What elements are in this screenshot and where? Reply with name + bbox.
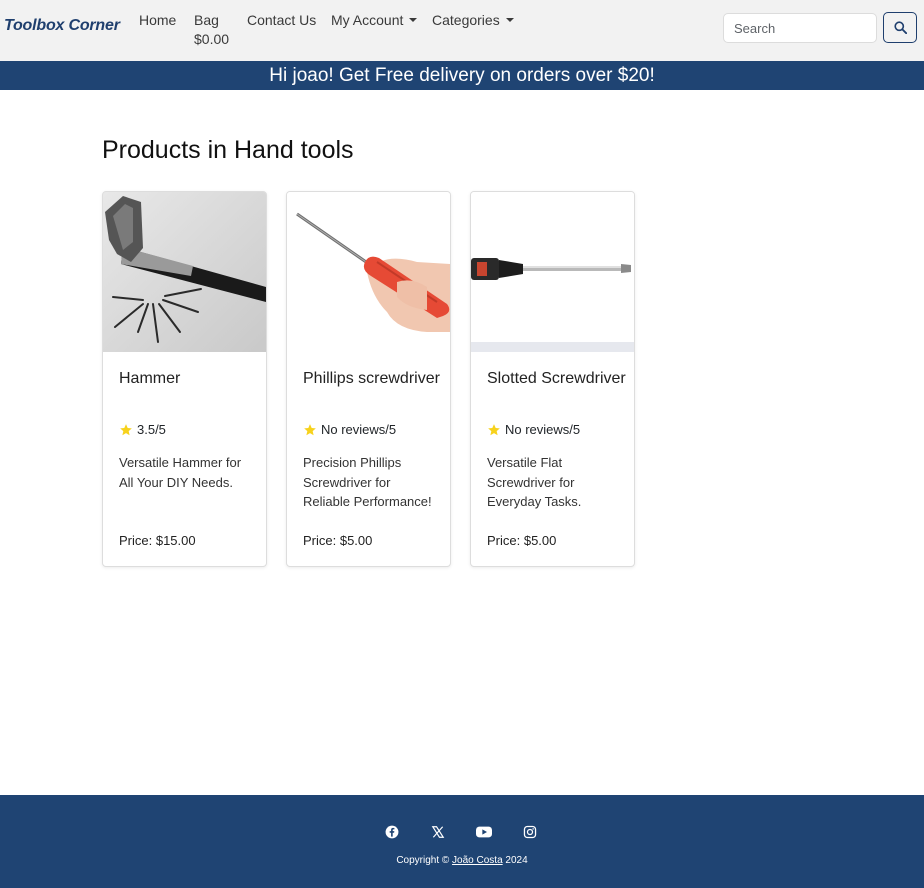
nav-categories-dropdown[interactable]: Categories <box>432 11 514 30</box>
copyright: Copyright © João Costa 2024 <box>0 855 924 866</box>
product-rating: No reviews/5 <box>487 422 580 437</box>
nav-categories-label: Categories <box>432 12 500 28</box>
author-link[interactable]: João Costa <box>452 855 503 866</box>
product-description: Versatile Flat Screwdriver for Everyday … <box>487 455 582 509</box>
product-card[interactable]: Hammer 3.5/5 Versatile Hammer for All Yo… <box>102 191 267 567</box>
x-icon[interactable] <box>431 825 445 839</box>
product-title[interactable]: Phillips screwdriver <box>303 369 443 388</box>
product-price: Price: $5.00 <box>487 533 557 548</box>
product-image-hammer <box>103 192 266 352</box>
product-price: Price: $5.00 <box>303 533 373 548</box>
caret-down-icon <box>409 18 418 22</box>
instagram-icon[interactable] <box>523 825 537 839</box>
caret-down-icon <box>505 18 514 22</box>
search-button[interactable] <box>883 12 917 43</box>
nav-bag-total: $0.00 <box>194 31 230 47</box>
product-title[interactable]: Hammer <box>119 369 259 388</box>
nav-bag-label: Bag <box>194 12 219 28</box>
product-title[interactable]: Slotted Screwdriver <box>487 369 627 388</box>
product-card[interactable]: Phillips screwdriver No reviews/5 Precis… <box>286 191 451 567</box>
product-rating-value: No reviews/5 <box>505 422 581 437</box>
product-rating-value: 3.5/5 <box>137 422 166 437</box>
search-icon <box>893 21 907 34</box>
navbar: Toolbox Corner Home Bag $0.00 Contact Us… <box>0 0 924 61</box>
nav-my-account-dropdown[interactable]: My Account <box>331 11 418 30</box>
nav-my-account-label: My Account <box>331 12 404 28</box>
star-icon <box>120 423 132 435</box>
youtube-icon[interactable] <box>476 825 492 839</box>
star-icon <box>488 423 500 435</box>
product-image-slotted-screwdriver <box>471 192 634 352</box>
copyright-year: 2024 <box>505 855 528 866</box>
facebook-icon[interactable] <box>385 825 399 839</box>
nav-contact[interactable]: Contact Us <box>247 11 316 30</box>
copyright-prefix: Copyright © <box>396 855 450 866</box>
product-price: Price: $15.00 <box>119 533 196 548</box>
product-rating: No reviews/5 <box>303 422 396 437</box>
search-input[interactable] <box>723 13 877 43</box>
product-rating-value: No reviews/5 <box>321 422 397 437</box>
footer: Copyright © João Costa 2024 <box>0 795 924 888</box>
star-icon <box>304 423 316 435</box>
page-title: Products in Hand tools <box>102 136 354 164</box>
nav-bag[interactable]: Bag $0.00 <box>194 11 229 49</box>
product-card[interactable]: Slotted Screwdriver No reviews/5 Versati… <box>470 191 635 567</box>
promo-banner: Hi joao! Get Free delivery on orders ove… <box>0 61 924 90</box>
brand-logo[interactable]: Toolbox Corner <box>4 17 120 35</box>
product-description: Precision Phillips Screwdriver for Relia… <box>303 455 432 509</box>
product-image-phillips-screwdriver <box>287 192 450 352</box>
product-rating: 3.5/5 <box>119 422 166 437</box>
nav-home[interactable]: Home <box>139 11 176 30</box>
product-description: Versatile Hammer for All Your DIY Needs. <box>119 455 242 490</box>
